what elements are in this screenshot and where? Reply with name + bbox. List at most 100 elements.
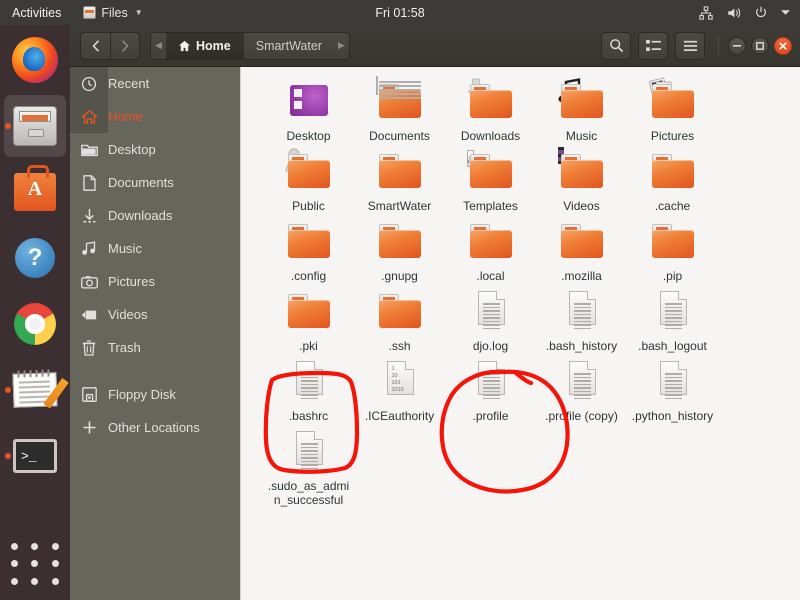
file-item[interactable]: Desktop xyxy=(263,73,354,143)
file-item[interactable]: .bash_history xyxy=(536,283,627,353)
file-item[interactable]: .bashrc xyxy=(263,353,354,423)
file-item[interactable]: Documents xyxy=(354,73,445,143)
file-list-view[interactable]: Desktop Documents Downloads Music Pictur… xyxy=(240,67,800,600)
breadcrumb-item-home[interactable]: Home xyxy=(166,32,243,59)
menu-button[interactable] xyxy=(675,31,705,60)
file-label: .python_history xyxy=(631,409,714,423)
dock-item-files[interactable] xyxy=(4,95,66,157)
file-item[interactable]: .ssh xyxy=(354,283,445,353)
file-item[interactable]: Public xyxy=(263,143,354,213)
network-icon xyxy=(699,5,713,20)
view-toggle-button[interactable] xyxy=(638,31,668,60)
file-item[interactable]: .bash_logout xyxy=(627,283,718,353)
file-item[interactable]: .local xyxy=(445,213,536,283)
file-item[interactable]: .cache xyxy=(627,143,718,213)
sidebar-item-videos[interactable]: Videos xyxy=(70,298,240,331)
file-item[interactable]: Music xyxy=(536,73,627,143)
chevron-down-icon xyxy=(781,9,790,16)
gnome-top-bar: Activities Files ▼ Fri 01:58 xyxy=(0,0,800,25)
sidebar-item-pictures[interactable]: Pictures xyxy=(70,265,240,298)
running-indicator xyxy=(5,387,11,393)
system-status-area[interactable] xyxy=(699,5,790,20)
file-label: .local xyxy=(476,269,505,283)
sidebar-item-floppy-disk[interactable]: Floppy Disk xyxy=(70,378,240,411)
help-icon: ? xyxy=(15,238,55,278)
sidebar-item-label: Pictures xyxy=(108,274,155,289)
download-icon xyxy=(70,208,108,224)
file-item[interactable]: .sudo_as_admin_successful xyxy=(263,423,354,507)
text-file-icon xyxy=(467,357,515,405)
file-label: .profile (copy) xyxy=(545,409,618,423)
files-window: ◀ Home SmartWater ▶ Recent Home Desktop … xyxy=(70,25,800,600)
app-menu-files[interactable]: Files ▼ xyxy=(83,6,143,20)
ubuntu-software-icon: A xyxy=(14,165,56,211)
chrome-icon xyxy=(14,303,56,345)
close-button[interactable] xyxy=(774,36,792,55)
minimize-button[interactable] xyxy=(728,36,746,55)
window-controls xyxy=(718,36,792,55)
file-item[interactable]: a Templates xyxy=(445,143,536,213)
file-label: .mozilla xyxy=(561,269,602,283)
file-item[interactable]: .profile xyxy=(445,353,536,423)
running-indicator xyxy=(5,123,11,129)
sidebar-item-music[interactable]: Music xyxy=(70,232,240,265)
file-item[interactable]: .profile (copy) xyxy=(536,353,627,423)
file-item[interactable]: .mozilla xyxy=(536,213,627,283)
folder-icon xyxy=(285,217,333,265)
show-applications-button[interactable] xyxy=(4,538,66,590)
search-icon xyxy=(609,39,623,53)
breadcrumb-scroll-left-icon[interactable]: ◀ xyxy=(151,40,166,51)
dock-item-ubuntu-software[interactable]: A xyxy=(4,161,66,223)
forward-button[interactable] xyxy=(110,31,140,60)
folder-icon xyxy=(649,147,697,195)
file-item[interactable]: .pip xyxy=(627,213,718,283)
file-label: Templates xyxy=(463,199,518,213)
file-label: Music xyxy=(565,129,598,143)
file-item[interactable]: .config xyxy=(263,213,354,283)
text-file-icon xyxy=(285,427,333,475)
folder-icon xyxy=(285,287,333,335)
sidebar-item-trash[interactable]: Trash xyxy=(70,331,240,364)
back-button[interactable] xyxy=(80,31,110,60)
sidebar-item-documents[interactable]: Documents xyxy=(70,166,240,199)
file-item[interactable]: Downloads xyxy=(445,73,536,143)
file-label: .bash_logout xyxy=(638,339,707,353)
ubuntu-dock: A ? >_ xyxy=(0,25,70,600)
dock-item-chrome[interactable] xyxy=(4,293,66,355)
folder-icon xyxy=(70,143,108,157)
file-item[interactable]: Videos xyxy=(536,143,627,213)
sidebar-item-home[interactable]: Home xyxy=(70,100,240,133)
dock-item-help[interactable]: ? xyxy=(4,227,66,289)
dock-item-firefox[interactable] xyxy=(4,29,66,91)
home-icon xyxy=(178,40,191,51)
file-item[interactable]: .pki xyxy=(263,283,354,353)
dock-item-text-editor[interactable] xyxy=(4,359,69,421)
file-item[interactable]: Pictures xyxy=(627,73,718,143)
activities-button[interactable]: Activities xyxy=(12,6,61,20)
breadcrumb-item-smartwater[interactable]: SmartWater xyxy=(242,32,334,59)
file-item[interactable]: 1 10 101 1010 .ICEauthority xyxy=(354,353,445,423)
file-label: .config xyxy=(290,269,327,283)
breadcrumb-scroll-right-icon[interactable]: ▶ xyxy=(334,40,349,51)
places-sidebar: Recent Home Desktop Documents Downloads … xyxy=(70,67,240,600)
sidebar-item-label: Videos xyxy=(108,307,148,322)
sidebar-item-other-locations[interactable]: Other Locations xyxy=(70,411,240,444)
power-icon xyxy=(754,6,768,20)
text-file-icon xyxy=(649,357,697,405)
maximize-button[interactable] xyxy=(751,36,769,55)
sidebar-item-recent[interactable]: Recent xyxy=(70,67,240,100)
search-button[interactable] xyxy=(601,31,631,60)
file-item[interactable]: SmartWater xyxy=(354,143,445,213)
sidebar-item-desktop[interactable]: Desktop xyxy=(70,133,240,166)
sidebar-item-label: Desktop xyxy=(108,142,156,157)
desktop-folder-icon xyxy=(285,77,333,125)
sidebar-item-downloads[interactable]: Downloads xyxy=(70,199,240,232)
file-item[interactable]: .python_history xyxy=(627,353,718,423)
file-item[interactable]: djo.log xyxy=(445,283,536,353)
dock-item-terminal[interactable]: >_ xyxy=(4,425,66,487)
sidebar-item-label: Other Locations xyxy=(108,420,200,435)
file-item[interactable]: .gnupg xyxy=(354,213,445,283)
text-file-icon xyxy=(558,287,606,335)
sidebar-separator xyxy=(70,364,240,378)
file-label: Pictures xyxy=(650,129,695,143)
